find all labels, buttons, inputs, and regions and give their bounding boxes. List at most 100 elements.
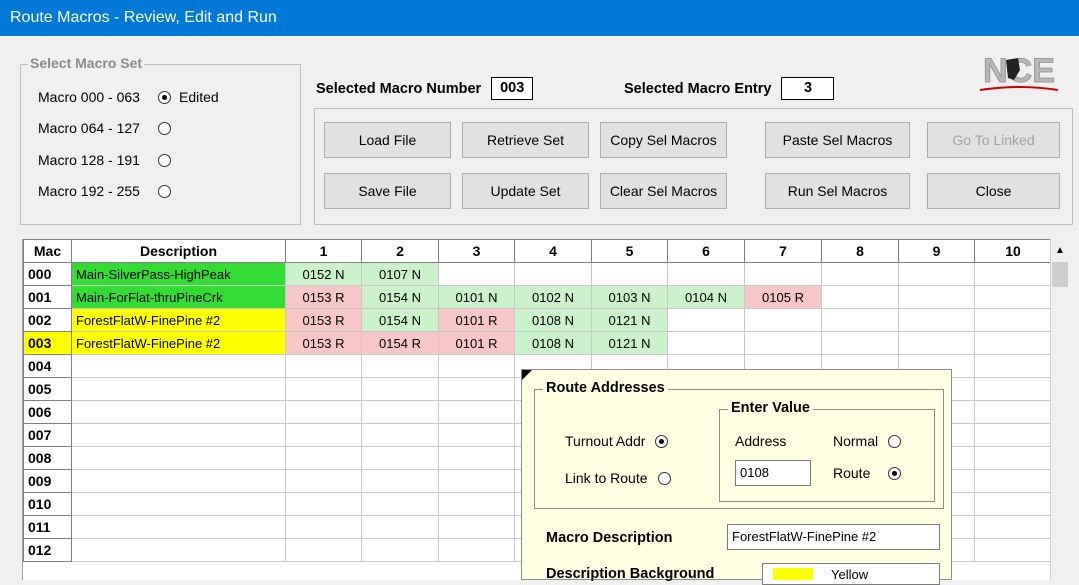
entry-cell[interactable] [438,354,515,378]
entry-cell[interactable]: 0105 R [744,285,822,309]
entry-cell[interactable] [667,308,745,332]
entry-cell[interactable] [361,354,439,378]
turnout-addr-option[interactable]: Turnout Addr [565,433,669,449]
entry-cell[interactable]: 0101 R [438,331,515,355]
entry-cell[interactable] [974,308,1052,332]
description-cell[interactable]: Main-SilverPass-HighPeak [71,262,286,286]
mac-cell[interactable]: 005 [23,377,72,401]
entry-cell[interactable] [744,331,822,355]
entry-cell[interactable] [821,308,899,332]
entry-cell[interactable] [514,262,592,286]
entry-cell[interactable] [361,515,439,539]
entry-cell[interactable] [438,446,515,470]
entry-cell[interactable] [361,469,439,493]
close-button[interactable]: Close [927,173,1060,209]
entry-cell[interactable]: 0154 N [361,308,439,332]
entry-cell[interactable] [438,400,515,424]
mac-cell[interactable]: 006 [23,400,72,424]
entry-cell[interactable] [438,469,515,493]
entry-cell[interactable] [361,492,439,516]
entry-cell[interactable] [821,331,899,355]
entry-cell[interactable] [898,262,975,286]
grid-scrollbar[interactable]: ▲ [1050,239,1068,580]
entry-cell[interactable] [285,423,362,447]
entry-cell[interactable] [438,262,515,286]
retrieve-set-button[interactable]: Retrieve Set [462,122,589,158]
update-set-button[interactable]: Update Set [462,173,589,209]
entry-cell[interactable] [974,469,1052,493]
description-cell[interactable] [71,377,286,401]
copy-sel-macros-button[interactable]: Copy Sel Macros [600,122,727,158]
entry-cell[interactable]: 0108 N [514,308,592,332]
entry-cell[interactable] [361,377,439,401]
description-cell[interactable]: ForestFlatW-FinePine #2 [71,331,286,355]
entry-cell[interactable] [361,400,439,424]
entry-cell[interactable] [744,262,822,286]
mac-cell[interactable]: 008 [23,446,72,470]
description-cell[interactable]: Main-ForFlat-thruPineCrk [71,285,286,309]
entry-cell[interactable]: 0101 R [438,308,515,332]
entry-cell[interactable] [285,377,362,401]
entry-cell[interactable]: 0153 R [285,331,362,355]
entry-cell[interactable] [974,400,1052,424]
entry-cell[interactable]: 0121 N [591,331,668,355]
save-file-button[interactable]: Save File [324,173,451,209]
macro-set-radio[interactable] [158,90,171,104]
macro-description-input[interactable]: ForestFlatW-FinePine #2 [727,524,940,550]
entry-cell[interactable] [974,538,1052,562]
description-cell[interactable]: ForestFlatW-FinePine #2 [71,308,286,332]
normal-option[interactable]: Normal [833,433,902,449]
run-sel-macros-button[interactable]: Run Sel Macros [765,173,910,209]
entry-cell[interactable] [821,285,899,309]
entry-cell[interactable] [438,492,515,516]
table-row[interactable]: 002 ForestFlatW-FinePine #2 0153 R 0154 N 01… [23,308,1052,332]
link-to-route-radio[interactable] [657,471,671,485]
mac-cell[interactable]: 009 [23,469,72,493]
turnout-addr-radio[interactable] [655,434,669,448]
entry-cell[interactable] [974,446,1052,470]
entry-cell[interactable] [667,331,745,355]
load-file-button[interactable]: Load File [324,122,451,158]
entry-cell[interactable] [974,377,1052,401]
description-cell[interactable] [71,492,286,516]
table-row[interactable]: 003 ForestFlatW-FinePine #2 0153 R 0154 R 01… [23,331,1052,355]
paste-sel-macros-button[interactable]: Paste Sel Macros [765,122,910,158]
macro-set-option-3[interactable]: Macro 192 - 255 [38,183,171,199]
entry-cell[interactable] [361,538,439,562]
scroll-up-icon[interactable]: ▲ [1051,239,1068,261]
entry-cell[interactable] [285,400,362,424]
entry-cell[interactable] [285,538,362,562]
entry-cell[interactable] [285,354,362,378]
scroll-thumb[interactable] [1052,262,1068,287]
mac-cell[interactable]: 004 [23,354,72,378]
entry-cell[interactable]: 0121 N [591,308,668,332]
table-row[interactable]: 000 Main-SilverPass-HighPeak 0152 N 0107 N [23,262,1052,286]
entry-cell[interactable]: 0101 N [438,285,515,309]
entry-cell[interactable] [974,515,1052,539]
description-cell[interactable] [71,423,286,447]
mac-cell[interactable]: 007 [23,423,72,447]
go-to-linked-button[interactable]: Go To Linked [927,122,1060,158]
mac-cell[interactable]: 010 [23,492,72,516]
entry-cell[interactable] [591,262,668,286]
route-option[interactable]: Route [833,465,902,481]
mac-cell[interactable]: 001 [23,285,72,309]
entry-cell[interactable] [285,492,362,516]
entry-cell[interactable] [974,423,1052,447]
entry-cell[interactable] [438,538,515,562]
entry-cell[interactable]: 0108 N [514,331,592,355]
clear-sel-macros-button[interactable]: Clear Sel Macros [600,173,727,209]
description-cell[interactable] [71,446,286,470]
route-radio[interactable] [888,466,902,480]
table-row[interactable]: 001 Main-ForFlat-thruPineCrk 0153 R 0154 N0… [23,285,1052,309]
description-cell[interactable] [71,400,286,424]
entry-cell[interactable]: 0154 R [361,331,439,355]
entry-cell[interactable] [744,308,822,332]
description-cell[interactable] [71,469,286,493]
entry-cell[interactable] [361,423,439,447]
entry-cell[interactable]: 0102 N [514,285,592,309]
mac-cell[interactable]: 002 [23,308,72,332]
entry-cell[interactable] [974,354,1052,378]
normal-radio[interactable] [888,434,902,448]
entry-cell[interactable] [438,423,515,447]
